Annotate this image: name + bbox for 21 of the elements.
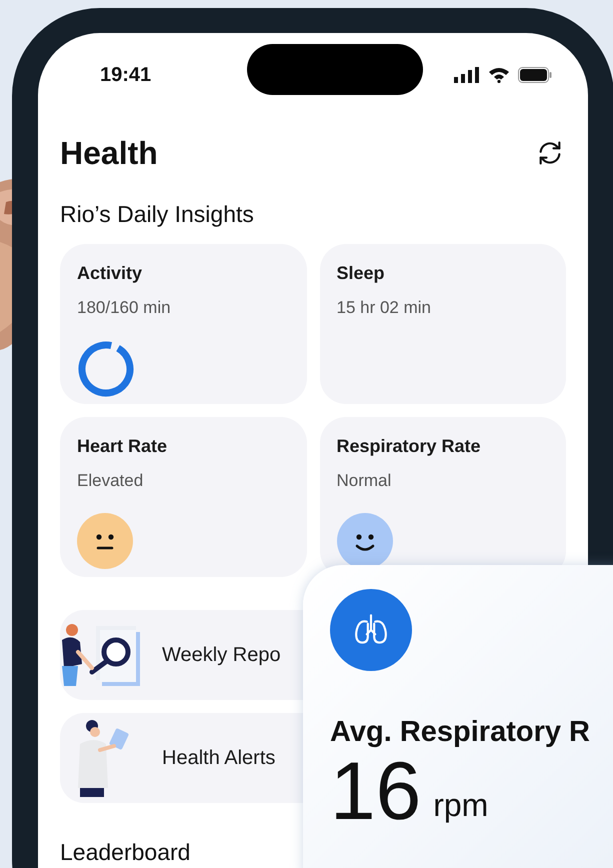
card-value: 15 hr 02 min — [336, 296, 432, 318]
menu-row-label: Health Alerts — [162, 746, 276, 770]
insight-card[interactable]: Activity 180/160 min — [60, 244, 306, 404]
card-title: Heart Rate — [77, 434, 168, 458]
section-heading: Leaderboard — [60, 840, 192, 864]
status-time: 19:41 — [100, 63, 152, 88]
card-title: Respiratory Rate — [336, 434, 482, 458]
wifi-icon — [488, 67, 510, 83]
page-title: Health — [60, 134, 158, 173]
card-title: Sleep — [336, 262, 386, 285]
signal-icon — [454, 67, 480, 83]
card-value: Normal — [336, 470, 392, 492]
section-heading: Rio’s Daily Insights — [60, 200, 255, 229]
stat-unit: rpm — [433, 786, 488, 825]
card-value: Elevated — [77, 470, 144, 492]
insight-card[interactable]: Sleep 15 hr 02 min — [320, 244, 566, 404]
card-title: Activity — [77, 262, 144, 285]
menu-row-label: Weekly Repo — [162, 642, 281, 668]
insight-card[interactable]: Heart Rate Elevated — [60, 416, 306, 576]
card-value: 180/160 min — [77, 296, 172, 318]
battery-icon — [518, 67, 552, 83]
